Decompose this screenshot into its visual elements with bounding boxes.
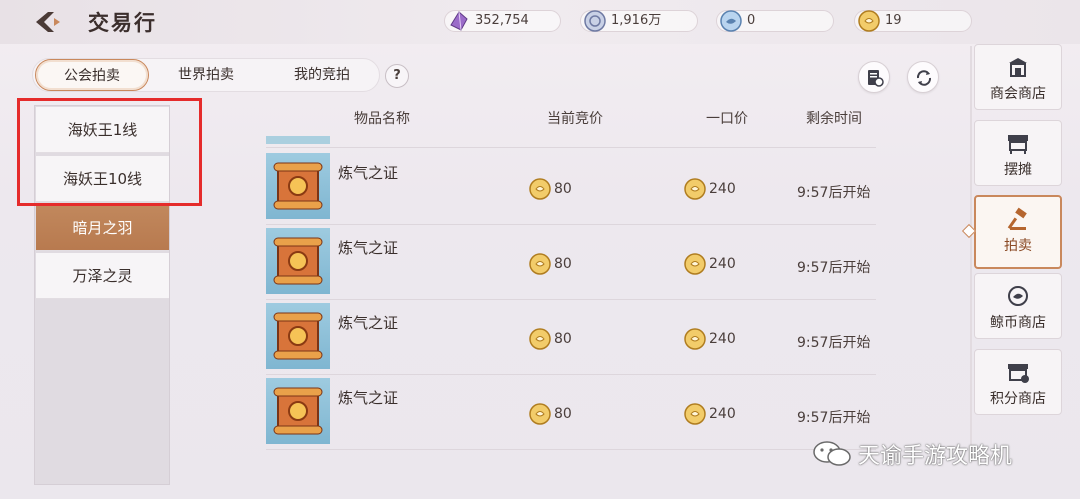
item-name: 炼气之证 xyxy=(338,164,399,182)
item-remaining-time: 9:57后开始 xyxy=(797,260,871,276)
scroll-item-icon xyxy=(266,228,330,294)
currency-crystal-value: 352,754 xyxy=(475,13,529,28)
table-row[interactable]: 炼气之证 80 240 9:57后开始 xyxy=(266,225,876,300)
currency-whale-value: 0 xyxy=(747,13,756,28)
column-remaining-time: 剩余时间 xyxy=(806,111,862,127)
list-scroll-top xyxy=(266,128,876,148)
column-buyout: 一口价 xyxy=(706,111,748,127)
currency-gold-value: 19 xyxy=(885,13,902,28)
gold-coin-icon xyxy=(529,328,551,350)
auction-tabs: 公会拍卖 世界拍卖 我的竞拍 xyxy=(32,58,380,92)
whale-coin-icon xyxy=(720,10,742,32)
bid-value: 80 xyxy=(554,181,572,197)
item-remaining-time: 9:57后开始 xyxy=(797,410,871,426)
wechat-icon xyxy=(813,441,851,466)
tab-my-bids[interactable]: 我的竞拍 xyxy=(267,59,377,91)
scroll-item-icon xyxy=(266,153,330,219)
buyout-value: 240 xyxy=(709,331,736,347)
gold-coin-icon xyxy=(684,403,706,425)
page-title: 交易行 xyxy=(88,10,157,35)
sidebar-item-label: 摆摊 xyxy=(1004,162,1032,178)
sidebar-item-label: 商会商店 xyxy=(990,86,1046,102)
sidebar-item-label: 拍卖 xyxy=(1004,238,1032,254)
currency-silver-value: 1,916万 xyxy=(611,13,662,28)
sidebar-item-label: 积分商店 xyxy=(990,391,1046,407)
tab-guild-auction[interactable]: 公会拍卖 xyxy=(35,59,149,91)
sidebar-item-points-shop[interactable]: 积分商店 xyxy=(974,349,1062,415)
buyout-value: 240 xyxy=(709,406,736,422)
sidebar-item-whale-shop[interactable]: 鲸币商店 xyxy=(974,273,1062,339)
currency-whale: 0 xyxy=(716,10,834,32)
scroll-item-icon xyxy=(266,303,330,369)
item-current-bid: 80 xyxy=(528,328,572,350)
column-item-name: 物品名称 xyxy=(354,111,410,127)
column-current-bid: 当前竞价 xyxy=(547,111,603,127)
item-remaining-time: 9:57后开始 xyxy=(797,185,871,201)
records-button[interactable] xyxy=(858,61,890,93)
shop-icon xyxy=(1009,58,1027,77)
records-icon xyxy=(868,70,884,87)
table-row[interactable]: 炼气之证 80 240 9:57后开始 xyxy=(266,375,876,450)
server-item-3[interactable]: 暗月之羽 xyxy=(36,205,169,251)
scroll-item-icon xyxy=(266,378,330,444)
bid-value: 80 xyxy=(554,406,572,422)
points-shop-icon xyxy=(1008,364,1029,383)
item-buyout[interactable]: 240 xyxy=(683,253,736,275)
back-arrow-icon[interactable] xyxy=(34,10,70,34)
bid-value: 80 xyxy=(554,256,572,272)
help-button[interactable]: ? xyxy=(385,64,409,88)
item-name: 炼气之证 xyxy=(338,314,399,332)
auction-hammer-icon xyxy=(1007,207,1027,230)
item-name: 炼气之证 xyxy=(338,389,399,407)
gold-coin-icon xyxy=(684,328,706,350)
sidebar-item-auction[interactable]: 拍卖 xyxy=(974,195,1062,269)
sidebar-item-label: 鲸币商店 xyxy=(990,315,1046,331)
item-current-bid: 80 xyxy=(528,253,572,275)
silver-coin-icon xyxy=(584,10,606,32)
table-row[interactable]: 炼气之证 80 240 9:57后开始 xyxy=(266,300,876,375)
gold-coin-icon xyxy=(529,403,551,425)
currency-gold: 19 xyxy=(854,10,972,32)
purple-crystal-icon xyxy=(450,11,468,31)
gold-coin-icon xyxy=(684,178,706,200)
buyout-value: 240 xyxy=(709,256,736,272)
tab-world-auction[interactable]: 世界拍卖 xyxy=(151,59,261,91)
gold-coin-icon xyxy=(858,10,880,32)
item-buyout[interactable]: 240 xyxy=(683,403,736,425)
refresh-button[interactable] xyxy=(907,61,939,93)
item-buyout[interactable]: 240 xyxy=(683,178,736,200)
item-current-bid: 80 xyxy=(528,403,572,425)
currency-crystal: 352,754 xyxy=(444,10,561,32)
item-name: 炼气之证 xyxy=(338,239,399,257)
server-item-4[interactable]: 万泽之灵 xyxy=(36,253,169,299)
item-current-bid: 80 xyxy=(528,178,572,200)
stall-icon xyxy=(1008,135,1028,154)
highlight-box xyxy=(17,98,202,206)
sidebar-rail xyxy=(970,46,972,456)
gold-coin-icon xyxy=(684,253,706,275)
gold-coin-icon xyxy=(529,253,551,275)
watermark-text: 天谕手游攻略机 xyxy=(858,444,1013,469)
gold-coin-icon xyxy=(529,178,551,200)
whale-coin-icon xyxy=(1008,286,1028,306)
sidebar-item-guild-shop[interactable]: 商会商店 xyxy=(974,44,1062,110)
refresh-icon xyxy=(916,70,932,86)
item-buyout[interactable]: 240 xyxy=(683,328,736,350)
currency-silver: 1,916万 xyxy=(580,10,698,32)
bid-value: 80 xyxy=(554,331,572,347)
item-remaining-time: 9:57后开始 xyxy=(797,335,871,351)
sidebar-item-stall[interactable]: 摆摊 xyxy=(974,120,1062,186)
buyout-value: 240 xyxy=(709,181,736,197)
table-row[interactable]: 炼气之证 80 240 9:57后开始 xyxy=(266,150,876,225)
